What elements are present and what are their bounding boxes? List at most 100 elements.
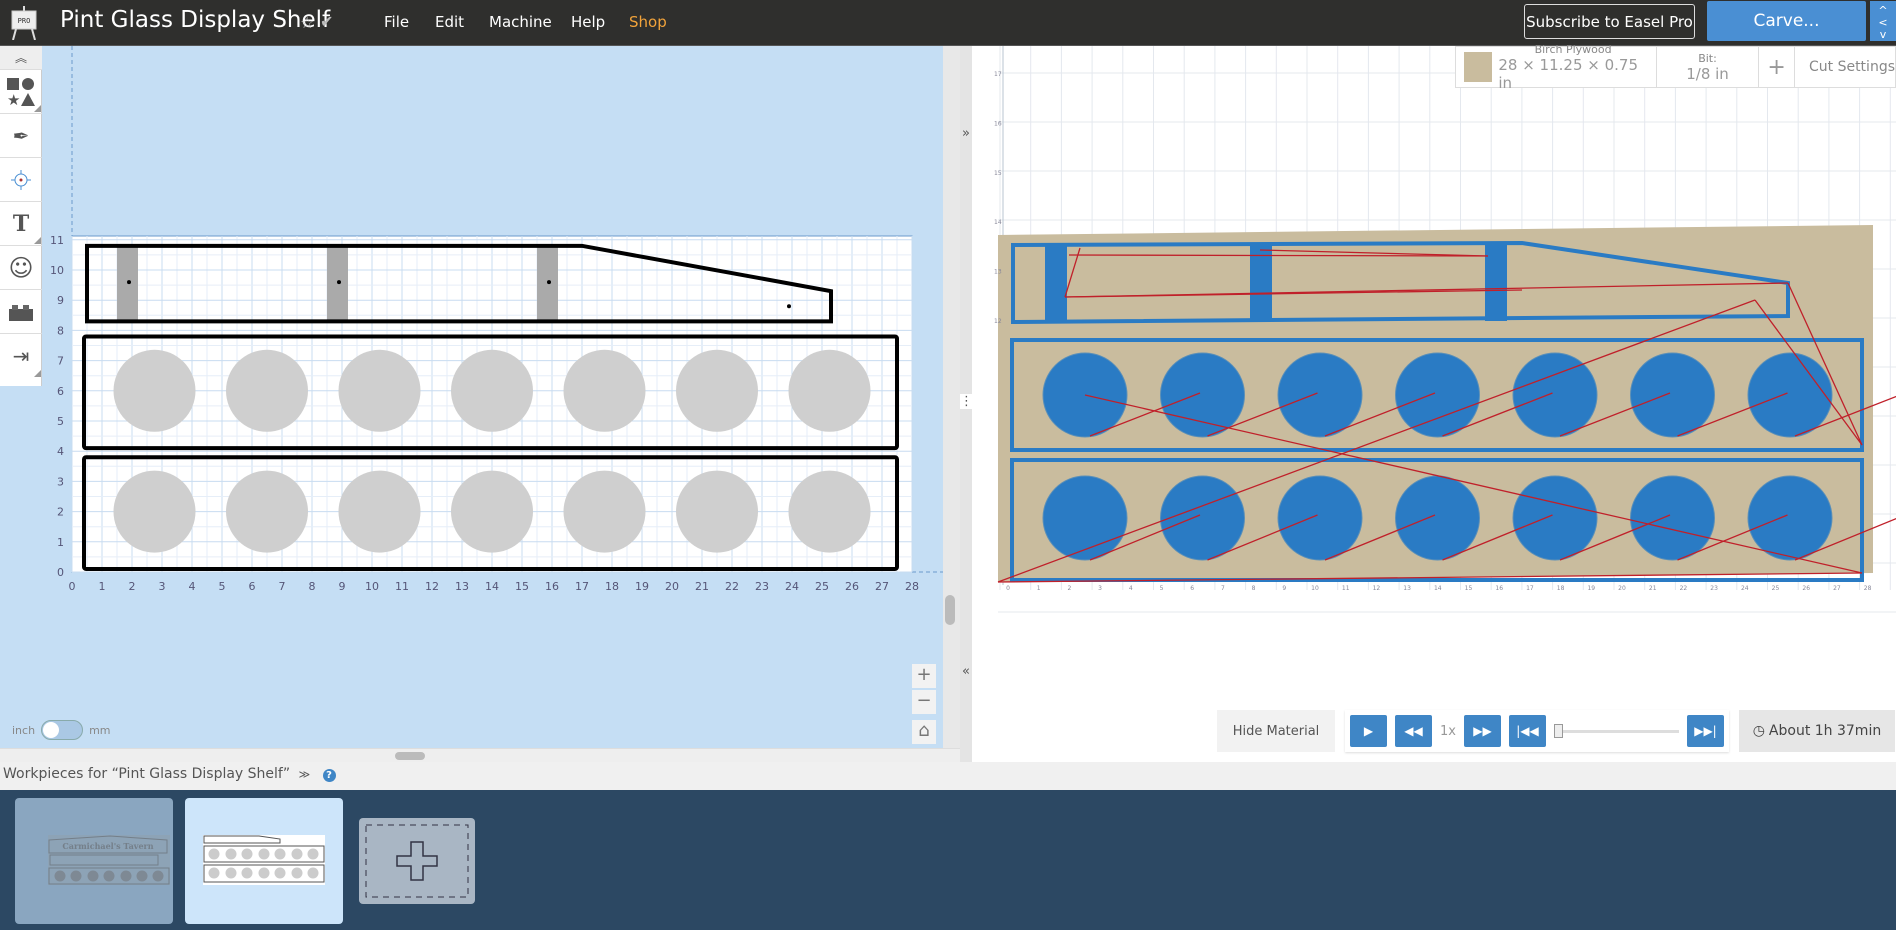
divider-slot bbox=[327, 245, 348, 322]
preview-x-tick: 22 bbox=[1680, 585, 1688, 592]
play-icon[interactable]: ▶ bbox=[1350, 715, 1387, 747]
home-icon[interactable]: ⌂ bbox=[912, 720, 936, 744]
lego-icon[interactable] bbox=[0, 290, 42, 334]
unit-toggle: inch mm bbox=[12, 720, 111, 740]
x-tick-label: 25 bbox=[815, 580, 829, 593]
pocket-cut bbox=[1395, 475, 1480, 561]
zoom-out-button[interactable]: − bbox=[912, 690, 936, 714]
design-canvas[interactable]: 0 1 2 3 4 5 6 7 8 9 10 11 12 13 14 15 16 17 18 19 20 21 22 23 24… bbox=[0, 46, 943, 748]
faster-icon[interactable]: ▶▶ bbox=[1463, 715, 1501, 747]
preview-y-tick: 16 bbox=[994, 120, 1002, 127]
workpiece-sign-text: Carmichael's Tavern bbox=[62, 841, 153, 851]
speed-label: 1x bbox=[1440, 723, 1456, 739]
x-tick-label: 9 bbox=[339, 580, 346, 593]
menu-machine[interactable]: Machine bbox=[489, 13, 552, 31]
pen-icon[interactable]: ✒ bbox=[0, 114, 42, 158]
target-icon[interactable] bbox=[0, 158, 42, 202]
material-selector[interactable]: Birch Plywood 28 × 11.25 × 0.75 in bbox=[1456, 43, 1657, 92]
check-icon: ✔ bbox=[320, 12, 334, 31]
carve-button[interactable]: Carve... bbox=[1707, 1, 1866, 41]
menu-file[interactable]: File bbox=[384, 13, 409, 31]
smiley-icon[interactable]: ☺ bbox=[0, 246, 42, 290]
menu-shop[interactable]: Shop bbox=[629, 13, 667, 31]
x-tick-label: 28 bbox=[905, 580, 919, 593]
cut-settings-button[interactable]: Cut Settings bbox=[1795, 47, 1895, 87]
x-tick-label: 27 bbox=[875, 580, 889, 593]
divider-slot bbox=[117, 245, 138, 322]
x-tick-label: 22 bbox=[725, 580, 739, 593]
pocket-cut bbox=[1042, 475, 1128, 561]
x-tick-label: 16 bbox=[545, 580, 559, 593]
add-bit-button[interactable]: + bbox=[1759, 47, 1795, 87]
horizontal-scrollbar[interactable] bbox=[0, 748, 960, 762]
unit-switch[interactable] bbox=[41, 720, 84, 740]
bit-selector[interactable]: Bit: 1/8 in bbox=[1657, 47, 1760, 87]
expand-preview-icon[interactable]: » bbox=[960, 126, 972, 141]
shapes-icon[interactable]: ★ bbox=[0, 70, 42, 114]
add-workpiece-button[interactable] bbox=[359, 818, 475, 904]
preview-y-tick: 14 bbox=[994, 219, 1002, 226]
preview-x-tick: 4 bbox=[1129, 585, 1133, 592]
x-tick-label: 2 bbox=[129, 580, 136, 593]
progress-slider[interactable] bbox=[1553, 724, 1679, 738]
preview-x-tick: 1 bbox=[1037, 585, 1041, 592]
skip-to-end-icon[interactable]: ▶▶| bbox=[1686, 715, 1724, 747]
text-icon[interactable]: T bbox=[0, 202, 42, 246]
x-tick-label: 21 bbox=[695, 580, 709, 593]
menu-help[interactable]: Help bbox=[571, 13, 605, 31]
hole-marker bbox=[127, 280, 131, 285]
x-tick-label: 15 bbox=[515, 580, 529, 593]
glass-pocket bbox=[788, 470, 871, 553]
x-tick-label: 18 bbox=[605, 580, 619, 593]
collapse-preview-icon[interactable]: « bbox=[960, 664, 972, 679]
unit-inch-label: inch bbox=[12, 723, 36, 737]
rewind-to-start-icon[interactable]: |◀◀ bbox=[1508, 715, 1546, 747]
preview-x-tick: 13 bbox=[1403, 585, 1411, 592]
y-tick-label: 8 bbox=[57, 324, 64, 337]
zoom-in-button[interactable]: + bbox=[912, 664, 936, 688]
preview-x-tick: 28 bbox=[1864, 585, 1872, 592]
preview-x-tick: 14 bbox=[1434, 585, 1442, 592]
machine-panel-toggle[interactable]: ^ < v bbox=[1870, 1, 1896, 41]
divider-slot-cut bbox=[1045, 244, 1067, 321]
vertical-scrollbar[interactable] bbox=[943, 46, 960, 748]
pocket-cut bbox=[1277, 352, 1363, 438]
hole-marker bbox=[547, 280, 551, 285]
glass-pocket bbox=[563, 470, 646, 553]
divider-slot bbox=[537, 245, 558, 322]
progress-slider-thumb[interactable] bbox=[1553, 724, 1563, 738]
glass-pocket bbox=[113, 470, 196, 553]
import-icon[interactable]: ⇥ bbox=[0, 334, 42, 378]
x-tick-label: 14 bbox=[485, 580, 499, 593]
preview-x-tick: 16 bbox=[1495, 585, 1503, 592]
star-icon[interactable]: ☆ bbox=[300, 13, 314, 32]
menu-edit[interactable]: Edit bbox=[435, 13, 464, 31]
x-tick-label: 5 bbox=[219, 580, 226, 593]
preview-y-tick: 17 bbox=[994, 71, 1002, 78]
y-tick-label: 9 bbox=[57, 294, 64, 307]
slower-icon[interactable]: ◀◀ bbox=[1395, 715, 1432, 747]
hide-material-button[interactable]: Hide Material bbox=[1217, 710, 1335, 752]
workpieces-header: Workpieces for “Pint Glass Display Shelf… bbox=[0, 762, 1896, 790]
expand-workpieces-icon[interactable]: ≫ bbox=[299, 768, 311, 781]
help-icon[interactable]: ? bbox=[322, 769, 336, 782]
y-tick-label: 5 bbox=[57, 415, 64, 428]
workpiece-thumbnail-2-selected[interactable] bbox=[185, 798, 343, 924]
workpiece-thumbnail-1[interactable]: Carmichael's Tavern bbox=[15, 798, 173, 924]
vertical-scroll-thumb[interactable] bbox=[945, 595, 955, 625]
collapse-tools-button[interactable]: ︽ bbox=[0, 46, 42, 70]
y-tick-label: 6 bbox=[57, 385, 64, 398]
horizontal-scroll-thumb[interactable] bbox=[395, 752, 425, 760]
preview-x-tick: 15 bbox=[1465, 585, 1473, 592]
easel-pro-logo[interactable]: PRO bbox=[10, 6, 38, 40]
preview-x-tick: 21 bbox=[1649, 585, 1657, 592]
clock-icon: ◷ bbox=[1752, 723, 1765, 739]
project-title[interactable]: Pint Glass Display Shelf bbox=[60, 7, 330, 33]
preview-x-tick: 24 bbox=[1741, 585, 1749, 592]
time-estimate: ◷ About 1h 37min bbox=[1738, 710, 1895, 752]
x-tick-label: 8 bbox=[309, 580, 316, 593]
divider-handle-icon[interactable]: ⋮ bbox=[960, 394, 973, 409]
subscribe-button[interactable]: Subscribe to Easel Pro bbox=[1524, 4, 1695, 39]
carve-preview[interactable]: 0 1 2 3 4 5 6 7 8 9 10 11 12 13 14 15 16 17 18 19 20 21 22 23 24… bbox=[972, 46, 1896, 696]
pocket-cut bbox=[1512, 352, 1598, 438]
